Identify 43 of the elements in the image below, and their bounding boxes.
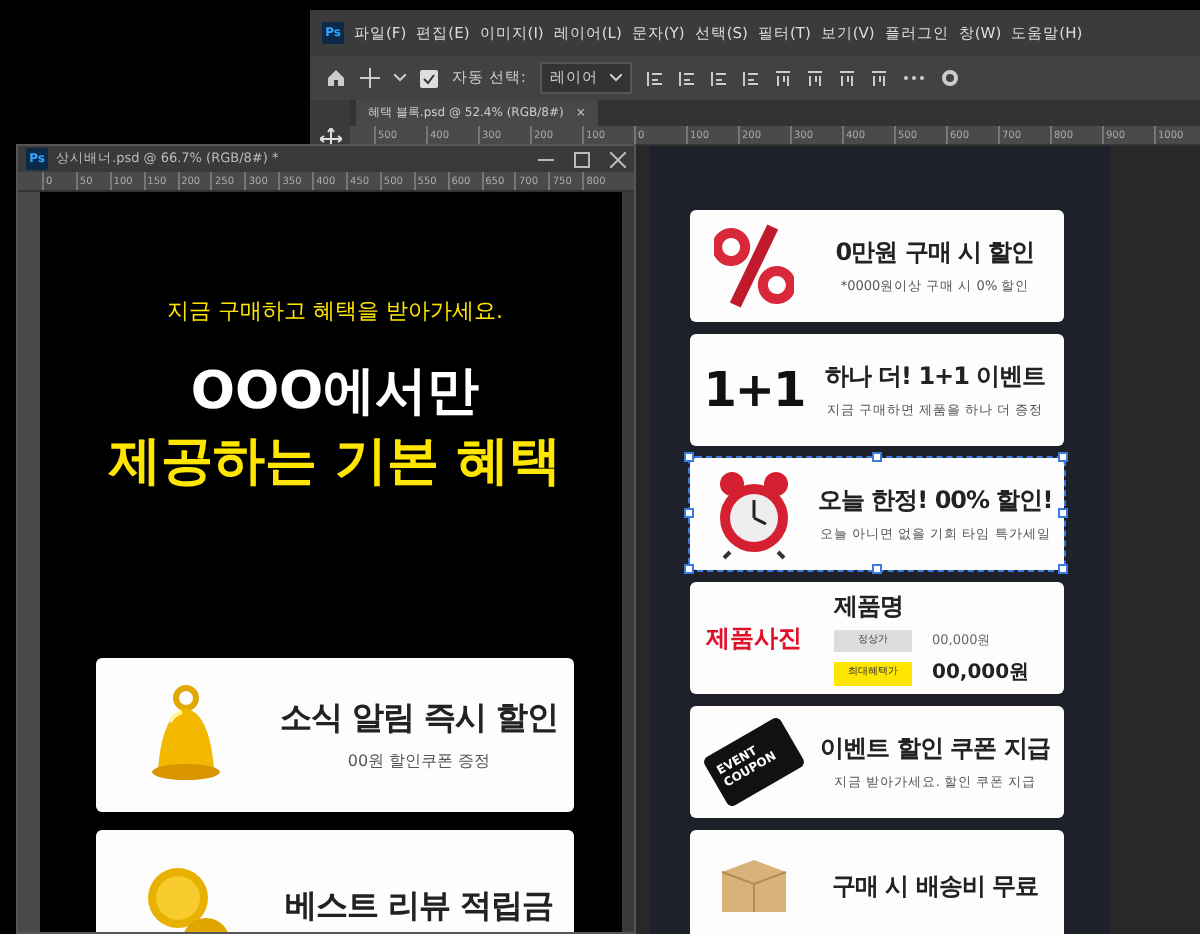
distribute-icon[interactable] bbox=[805, 69, 824, 87]
card-title: 베스트 리뷰 적립금 bbox=[284, 884, 554, 928]
distribute-icon[interactable] bbox=[773, 69, 792, 87]
card-title: 하나 더! 1+1 이벤트 bbox=[824, 360, 1046, 395]
distribute-icon[interactable] bbox=[869, 69, 888, 87]
align-icon[interactable] bbox=[645, 69, 664, 87]
price-value: 00,000원 bbox=[932, 660, 1030, 689]
resize-handle[interactable] bbox=[1058, 508, 1068, 518]
card-title: 구매 시 배송비 무료 bbox=[831, 870, 1039, 904]
align-icon[interactable] bbox=[709, 69, 728, 87]
resize-handle[interactable] bbox=[684, 508, 694, 518]
card-subtitle: 00원 할인쿠폰 증정 bbox=[347, 750, 491, 774]
check-icon bbox=[422, 71, 436, 85]
close-icon[interactable] bbox=[610, 151, 626, 167]
home-icon[interactable] bbox=[326, 68, 346, 88]
distribute-icon[interactable] bbox=[837, 69, 856, 87]
photo-placeholder-label: 제품사진 bbox=[706, 622, 802, 656]
percent-icon bbox=[714, 222, 794, 310]
alarm-clock-icon bbox=[714, 468, 794, 560]
resize-handle[interactable] bbox=[684, 564, 694, 574]
card-title: 0만원 구매 시 할인 bbox=[835, 236, 1035, 271]
resize-handle[interactable] bbox=[871, 564, 881, 574]
resize-handle[interactable] bbox=[1058, 452, 1068, 462]
card-title: 오늘 한정! 00% 할인! bbox=[818, 484, 1053, 519]
auto-select-checkbox[interactable] bbox=[420, 69, 438, 87]
align-icon[interactable] bbox=[741, 69, 760, 87]
align-icon[interactable] bbox=[677, 69, 696, 87]
promo-graphic: 1+1 bbox=[703, 360, 805, 422]
caret-icon[interactable] bbox=[394, 74, 406, 82]
card-title: 이벤트 할인 쿠폰 지급 bbox=[820, 732, 1050, 767]
maximize-icon[interactable] bbox=[574, 151, 590, 167]
caret-icon[interactable] bbox=[609, 74, 622, 82]
resize-handle[interactable] bbox=[871, 452, 881, 462]
banner-headline: OOO에서만 bbox=[188, 359, 482, 425]
banner-headline: 제공하는 기본 혜택 bbox=[106, 429, 564, 495]
card-title: 제품명 bbox=[834, 589, 903, 624]
move-tool-icon[interactable] bbox=[319, 128, 341, 150]
resize-handle[interactable] bbox=[684, 452, 694, 462]
card-title: 소식 알림 즉시 할인 bbox=[279, 696, 559, 740]
move-icon[interactable] bbox=[360, 68, 380, 88]
banner-subtitle: 지금 구매하고 혜택을 받아가세요. bbox=[165, 296, 505, 328]
resize-handle[interactable] bbox=[1058, 564, 1068, 574]
more-icon[interactable] bbox=[901, 74, 926, 82]
